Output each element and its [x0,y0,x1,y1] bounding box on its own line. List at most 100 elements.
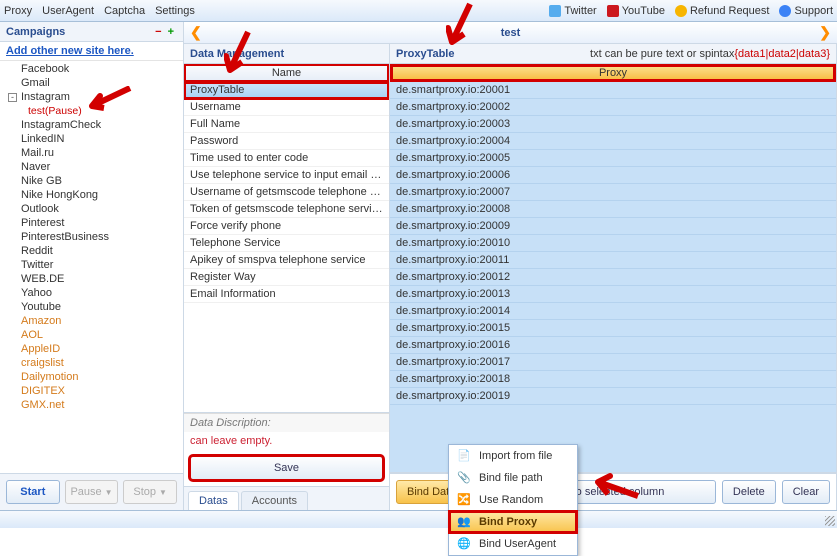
campaign-item[interactable]: Reddit [0,244,183,258]
hint-spintax: {data1|data2|data3} [734,48,830,60]
dm-row[interactable]: Token of getsmscode telephone service [184,201,389,218]
campaign-item[interactable]: PinterestBusiness [0,230,183,244]
campaign-item[interactable]: Nike HongKong [0,188,183,202]
delete-button[interactable]: Delete [722,480,776,504]
proxy-row[interactable]: de.smartproxy.io:20011 [390,252,836,269]
menu-captcha[interactable]: Captcha [104,5,145,17]
dm-row[interactable]: Email Information [184,286,389,303]
campaign-item[interactable]: craigslist [0,356,183,370]
proxy-row[interactable]: de.smartproxy.io:20013 [390,286,836,303]
annotation-arrow [446,2,476,52]
campaign-item[interactable]: Mail.ru [0,146,183,160]
dm-row[interactable]: Password [184,133,389,150]
proxy-row[interactable]: de.smartproxy.io:20009 [390,218,836,235]
proxy-row[interactable]: de.smartproxy.io:20005 [390,150,836,167]
campaign-item[interactable]: Yahoo [0,286,183,300]
link-youtube[interactable]: YouTube [607,5,665,17]
dm-row[interactable]: Username of getsmscode telephone service [184,184,389,201]
link-twitter[interactable]: Twitter [549,5,596,17]
save-button[interactable]: Save [190,456,383,480]
campaign-item[interactable]: Nike GB [0,174,183,188]
dm-row[interactable]: ProxyTable [184,82,389,99]
dm-row[interactable]: Full Name [184,116,389,133]
top-toolbar: Proxy UserAgent Captcha Settings Twitter… [0,0,837,22]
proxy-row[interactable]: de.smartproxy.io:20004 [390,133,836,150]
link-icon: 📎 [457,471,471,485]
proxy-row[interactable]: de.smartproxy.io:20012 [390,269,836,286]
dm-row[interactable]: Apikey of smspva telephone service [184,252,389,269]
proxy-row[interactable]: de.smartproxy.io:20016 [390,337,836,354]
campaign-item[interactable]: AppleID [0,342,183,356]
btn-label: Stop [133,486,156,498]
proxy-row[interactable]: de.smartproxy.io:20001 [390,82,836,99]
proxy-row[interactable]: de.smartproxy.io:20014 [390,303,836,320]
stop-button[interactable]: Stop▼ [123,480,177,504]
dm-column-header[interactable]: Name [184,64,389,82]
link-support[interactable]: Support [779,5,833,17]
proxy-row[interactable]: de.smartproxy.io:20007 [390,184,836,201]
nav-prev-button[interactable]: ❮ [190,24,202,41]
proxy-row[interactable]: de.smartproxy.io:20003 [390,116,836,133]
menu-proxy[interactable]: Proxy [4,5,32,17]
dm-row[interactable]: Force verify phone [184,218,389,235]
proxy-row[interactable]: de.smartproxy.io:20008 [390,201,836,218]
proxy-row[interactable]: de.smartproxy.io:20019 [390,388,836,405]
add-campaign-button[interactable]: + [165,26,177,38]
data-description-value: can leave empty. [184,432,389,450]
clear-button[interactable]: Clear [782,480,830,504]
menu-useragent[interactable]: UserAgent [42,5,94,17]
campaign-item[interactable]: Facebook [0,62,183,76]
link-refund[interactable]: Refund Request [675,5,770,17]
remove-campaign-button[interactable]: − [152,26,164,38]
tab-datas[interactable]: Datas [188,491,239,510]
menu-item[interactable]: 👥Bind Proxy [449,511,577,533]
campaign-label: Naver [21,161,50,173]
campaign-label: DIGITEX [21,385,65,397]
menu-item[interactable]: 🌐Bind UserAgent [449,533,577,555]
campaign-item[interactable]: DIGITEX [0,384,183,398]
campaign-item[interactable]: GMX.net [0,398,183,412]
campaign-item[interactable]: Twitter [0,258,183,272]
campaign-label: Outlook [21,203,59,215]
menu-settings[interactable]: Settings [155,5,195,17]
add-site-link[interactable]: Add other new site here. [0,42,183,61]
campaign-item[interactable]: Amazon [0,314,183,328]
menu-item[interactable]: 📎Bind file path [449,467,577,489]
dm-row[interactable]: Register Way [184,269,389,286]
hint-text: txt can be pure text or spintax [590,48,734,60]
campaign-label: AOL [21,329,43,341]
menu-item[interactable]: 📄Import from file [449,445,577,467]
nav-next-button[interactable]: ❯ [819,24,831,41]
proxy-list[interactable]: de.smartproxy.io:20001de.smartproxy.io:2… [390,82,836,473]
data-management-panel: Data Management Name ProxyTableUsernameF… [184,44,390,510]
campaign-item[interactable]: Dailymotion [0,370,183,384]
campaign-item[interactable]: Pinterest [0,216,183,230]
campaign-tree[interactable]: FacebookGmail-Instagramtest(Pause)Instag… [0,61,183,473]
campaign-item[interactable]: Naver [0,160,183,174]
campaign-item[interactable]: Outlook [0,202,183,216]
dm-list[interactable]: ProxyTableUsernameFull NamePasswordTime … [184,82,389,413]
campaign-item[interactable]: Youtube [0,300,183,314]
proxy-row[interactable]: de.smartproxy.io:20015 [390,320,836,337]
proxy-row[interactable]: de.smartproxy.io:20010 [390,235,836,252]
collapse-icon[interactable]: - [8,93,17,102]
campaign-label: Instagram [21,91,70,103]
start-button[interactable]: Start [6,480,60,504]
campaign-item[interactable]: AOL [0,328,183,342]
dm-row[interactable]: Time used to enter code [184,150,389,167]
proxy-row[interactable]: de.smartproxy.io:20018 [390,371,836,388]
dm-row[interactable]: Use telephone service to input email or … [184,167,389,184]
dm-row[interactable]: Username [184,99,389,116]
proxy-row[interactable]: de.smartproxy.io:20002 [390,99,836,116]
resize-grip[interactable] [825,516,835,526]
campaign-item[interactable]: WEB.DE [0,272,183,286]
menu-item[interactable]: 🔀Use Random [449,489,577,511]
campaign-item[interactable]: InstagramCheck [0,118,183,132]
pause-button[interactable]: Pause▼ [65,480,119,504]
proxy-row[interactable]: de.smartproxy.io:20017 [390,354,836,371]
campaign-item[interactable]: LinkedIN [0,132,183,146]
dm-row[interactable]: Telephone Service [184,235,389,252]
tab-accounts[interactable]: Accounts [241,491,308,510]
proxy-row[interactable]: de.smartproxy.io:20006 [390,167,836,184]
proxy-column-header[interactable]: Proxy [390,64,836,82]
